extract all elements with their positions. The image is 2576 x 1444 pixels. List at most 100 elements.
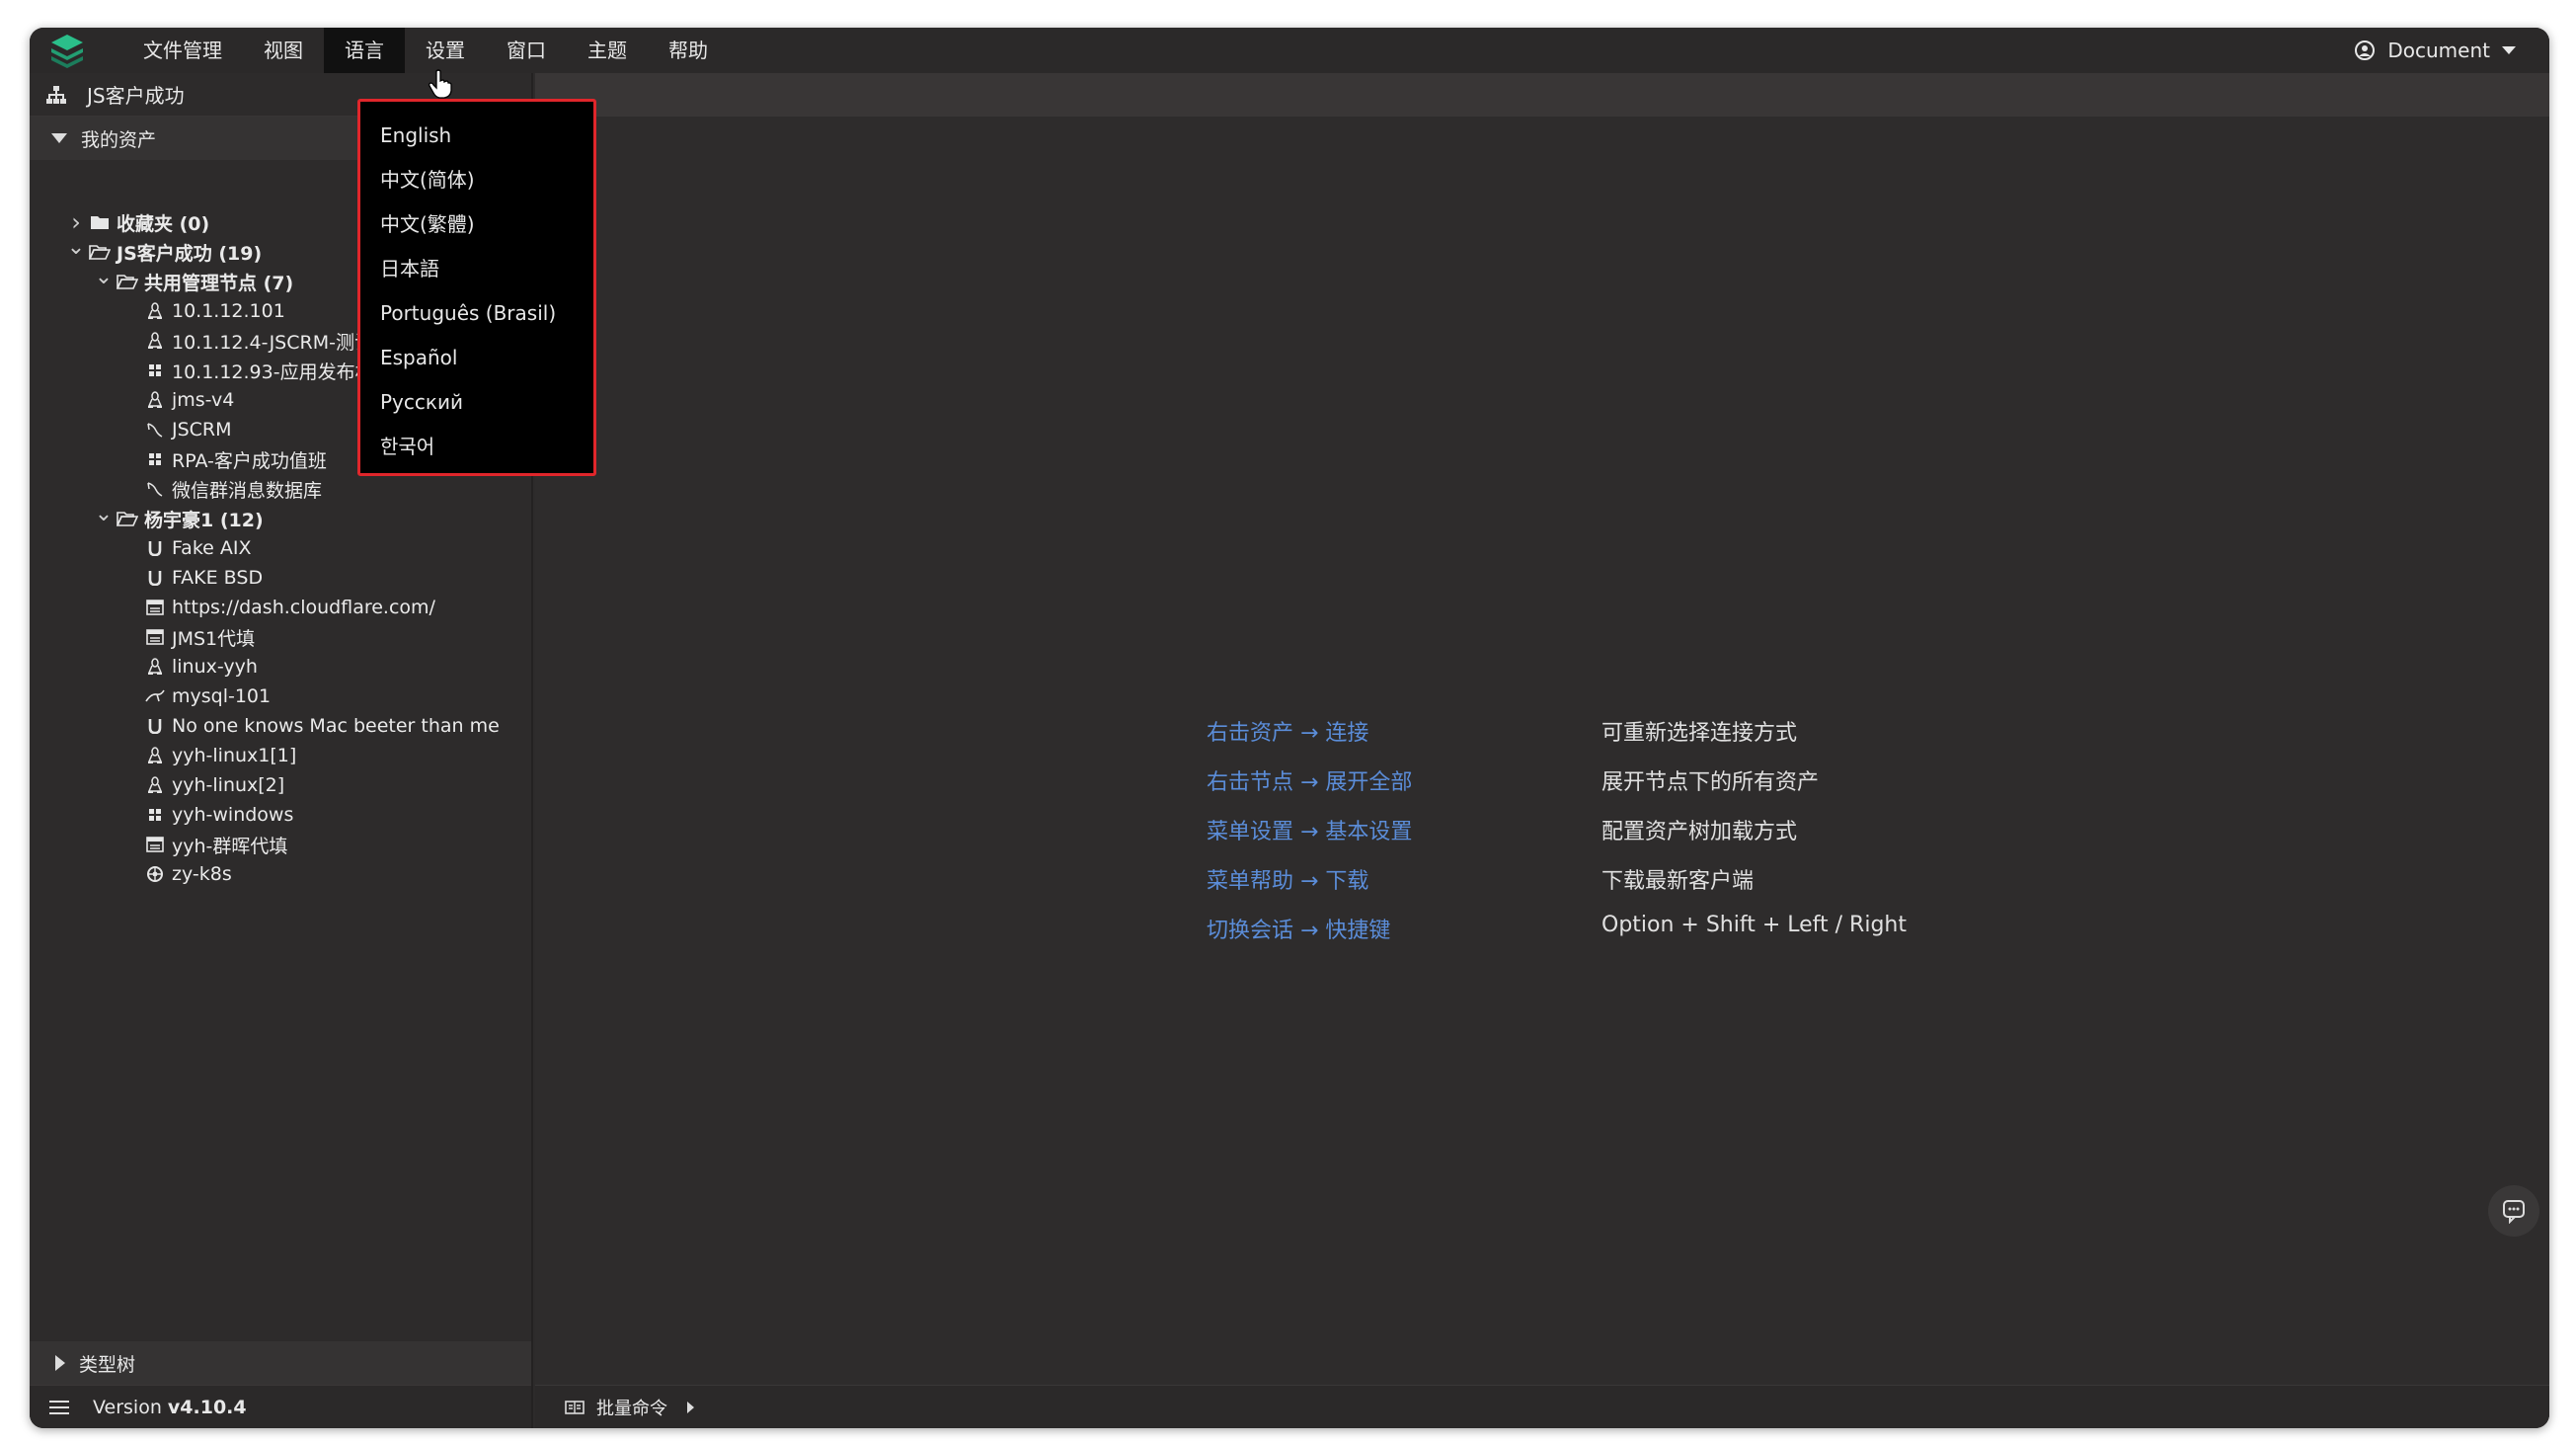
triangle-right-icon bbox=[55, 1355, 65, 1371]
tree-asset[interactable]: linux-yyh bbox=[30, 652, 531, 682]
tab-bar bbox=[535, 73, 2549, 117]
user-name: Document bbox=[2387, 39, 2490, 62]
language-option[interactable]: 한국어 bbox=[360, 425, 593, 469]
org-name: JS客户成功 bbox=[87, 84, 185, 108]
tree-asset[interactable]: 微信群消息数据库 bbox=[30, 474, 531, 504]
chevron-down-icon[interactable]: ⌄ bbox=[93, 267, 115, 289]
chat-button[interactable] bbox=[2488, 1185, 2539, 1237]
folder-icon bbox=[87, 214, 113, 230]
tree-asset[interactable]: Fake AIX bbox=[30, 533, 531, 563]
database-icon bbox=[142, 421, 168, 439]
web-icon bbox=[142, 629, 168, 645]
tree-asset[interactable]: https://dash.cloudflare.com/ bbox=[30, 593, 531, 622]
windows-icon bbox=[142, 807, 168, 823]
triangle-right-icon bbox=[687, 1401, 694, 1413]
app-logo-icon bbox=[47, 28, 99, 73]
tree-label: No one knows Mac beeter than me bbox=[172, 715, 500, 737]
version-bar: Version v4.10.4 bbox=[30, 1385, 531, 1428]
tree-label: Fake AIX bbox=[172, 537, 252, 559]
unix-icon bbox=[142, 570, 168, 586]
list-icon[interactable] bbox=[49, 1400, 69, 1415]
hint-description: Option + Shift + Left / Right bbox=[1601, 913, 1907, 937]
tree-label: mysql-101 bbox=[172, 685, 272, 707]
org-tree-icon bbox=[46, 85, 66, 104]
tree-label: yyh-linux1[1] bbox=[172, 745, 297, 766]
windows-icon bbox=[142, 451, 168, 467]
hand-cursor-icon bbox=[429, 69, 452, 99]
type-tree-label: 类型树 bbox=[79, 1353, 136, 1376]
menu-item-2[interactable]: 语言 bbox=[324, 28, 405, 73]
chevron-down-icon[interactable]: ⌄ bbox=[93, 504, 115, 526]
batch-command-bar[interactable]: 批量命令 bbox=[535, 1385, 2549, 1428]
tree-label: 10.1.12.93-应用发布机 bbox=[172, 361, 374, 383]
menu-item-1[interactable]: 视图 bbox=[243, 28, 324, 73]
folder-open-icon bbox=[87, 244, 113, 260]
tree-label: zy-k8s bbox=[172, 863, 232, 885]
tree-label: 共用管理节点 (7) bbox=[144, 272, 294, 294]
tree-label: 10.1.12.4-JSCRM-测试 bbox=[172, 331, 373, 354]
database-icon bbox=[142, 480, 168, 498]
tree-label: yyh-windows bbox=[172, 804, 294, 826]
hint-shortcut: 菜单帮助 → 下载 bbox=[1207, 869, 1369, 894]
tree-label: JS客户成功 (19) bbox=[117, 242, 263, 265]
language-option[interactable]: Español bbox=[360, 336, 593, 380]
tree-label: JSCRM bbox=[172, 419, 232, 441]
tree-label: 杨宇豪1 (12) bbox=[144, 509, 264, 531]
tree-asset[interactable]: mysql-101 bbox=[30, 682, 531, 711]
menu-item-5[interactable]: 主题 bbox=[567, 28, 648, 73]
menu-item-4[interactable]: 窗口 bbox=[486, 28, 567, 73]
tree-label: yyh-群晖代填 bbox=[172, 835, 288, 857]
tree-label: https://dash.cloudflare.com/ bbox=[172, 597, 435, 618]
user-menu[interactable]: Document bbox=[2354, 28, 2516, 73]
menu-item-0[interactable]: 文件管理 bbox=[122, 28, 243, 73]
tree-asset[interactable]: yyh-windows bbox=[30, 800, 531, 830]
tree-asset[interactable]: FAKE BSD bbox=[30, 563, 531, 593]
unix-icon bbox=[142, 540, 168, 556]
web-icon bbox=[142, 600, 168, 615]
hint-shortcut: 切换会话 → 快捷键 bbox=[1207, 919, 1391, 943]
windows-icon bbox=[142, 362, 168, 378]
language-option[interactable]: Português (Brasil) bbox=[360, 291, 593, 336]
menu-item-6[interactable]: 帮助 bbox=[648, 28, 729, 73]
hint-shortcut: 菜单设置 → 基本设置 bbox=[1207, 820, 1413, 844]
menubar: 文件管理 视图 语言 设置 窗口 主题 帮助 Document bbox=[30, 28, 2549, 73]
chevron-right-icon[interactable]: › bbox=[65, 208, 87, 236]
language-option[interactable]: 中文(繁體) bbox=[360, 202, 593, 247]
version-label: Version bbox=[93, 1396, 162, 1418]
linux-icon bbox=[142, 391, 168, 409]
language-option[interactable]: English bbox=[360, 114, 593, 158]
folder-open-icon bbox=[115, 511, 140, 526]
tree-label: 微信群消息数据库 bbox=[172, 479, 323, 502]
tree-node[interactable]: ⌄ 杨宇豪1 (12) bbox=[30, 504, 531, 533]
language-option[interactable]: 中文(简体) bbox=[360, 158, 593, 202]
tree-label: yyh-linux[2] bbox=[172, 774, 285, 796]
version-number: v4.10.4 bbox=[167, 1396, 247, 1418]
hint-description: 展开节点下的所有资产 bbox=[1601, 770, 1820, 795]
hint-shortcut: 右击节点 → 展开全部 bbox=[1207, 770, 1413, 795]
chat-icon bbox=[2503, 1200, 2525, 1224]
language-option[interactable]: 日本語 bbox=[360, 247, 593, 291]
hint-description: 下载最新客户端 bbox=[1601, 869, 1755, 894]
tree-label: RPA-客户成功值班 bbox=[172, 449, 327, 472]
triangle-down-icon bbox=[51, 133, 67, 143]
tree-asset[interactable]: zy-k8s bbox=[30, 859, 531, 889]
linux-icon bbox=[142, 332, 168, 350]
menu-item-3[interactable]: 设置 bbox=[405, 28, 486, 73]
tree-asset[interactable]: No one knows Mac beeter than me bbox=[30, 711, 531, 741]
linux-icon bbox=[142, 776, 168, 794]
type-tree-section[interactable]: 类型树 bbox=[30, 1341, 531, 1385]
batch-command-label: 批量命令 bbox=[596, 1398, 667, 1419]
linux-icon bbox=[142, 302, 168, 320]
tree-asset[interactable]: yyh-linux1[1] bbox=[30, 741, 531, 770]
tree-label: 收藏夹 (0) bbox=[117, 212, 210, 235]
tree-asset[interactable]: JMS1代填 bbox=[30, 622, 531, 652]
main-area: 右击资产 → 连接 可重新选择连接方式 右击节点 → 展开全部 展开节点下的所有资产菜… bbox=[535, 73, 2549, 1428]
k8s-icon bbox=[142, 865, 168, 883]
language-option[interactable]: Русский bbox=[360, 380, 593, 425]
tree-asset[interactable]: yyh-群晖代填 bbox=[30, 830, 531, 859]
chevron-down-icon[interactable]: ⌄ bbox=[65, 237, 87, 260]
tree-asset[interactable]: yyh-linux[2] bbox=[30, 770, 531, 800]
unix-icon bbox=[142, 718, 168, 734]
menu-items: 文件管理 视图 语言 设置 窗口 主题 帮助 bbox=[122, 28, 729, 73]
app-window: 文件管理 视图 语言 设置 窗口 主题 帮助 Document JS客户成功 我… bbox=[30, 28, 2549, 1428]
